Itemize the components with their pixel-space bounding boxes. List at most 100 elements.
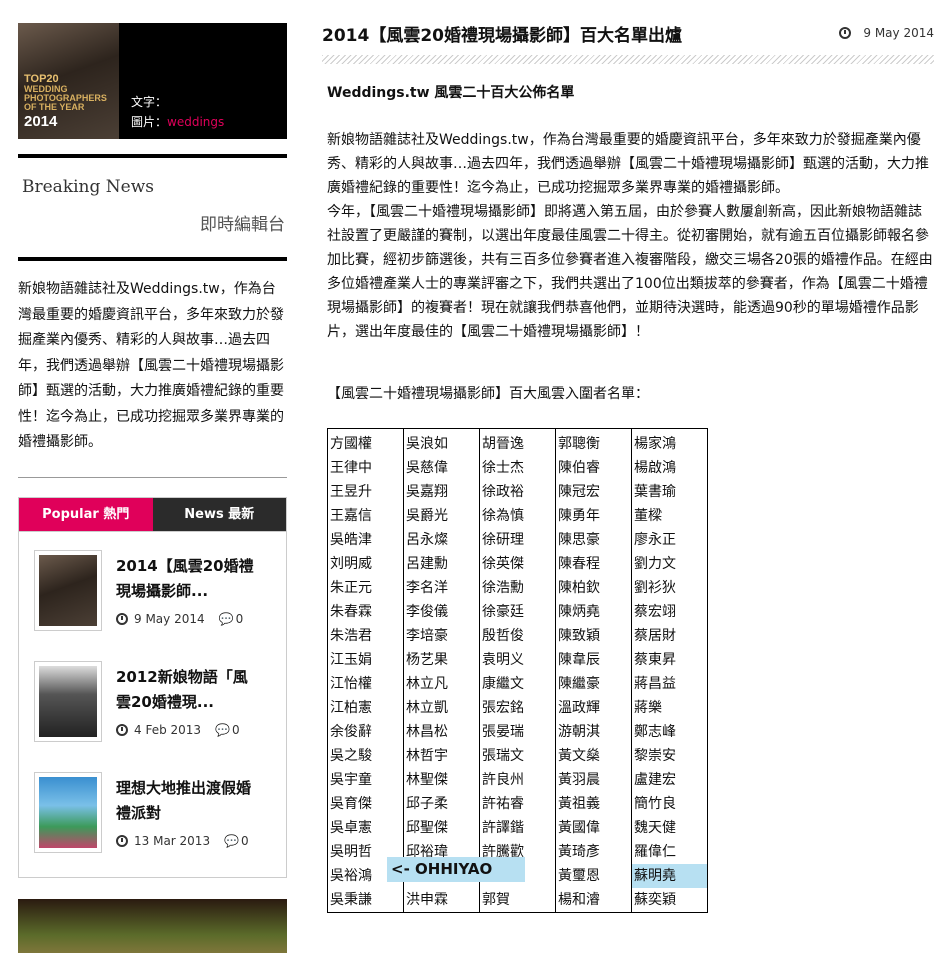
- post-thumbnail[interactable]: [34, 771, 102, 853]
- article-subhead: Weddings.tw 風雲二十百大公佈名單: [327, 85, 575, 101]
- name-cell: 邱子柔: [403, 792, 480, 816]
- comment-count[interactable]: 0: [236, 612, 244, 626]
- table-row: 吳育傑 邱子柔 許祐睿 黃祖義 簡竹良: [327, 792, 708, 816]
- list-heading: 【風雲二十婚禮現場攝影師】百大風雲入圍者名單：: [327, 386, 649, 402]
- name-cell: 吳之駿: [327, 744, 404, 768]
- article: 2014【風雲20婚禮現場攝影師】百大名單出爐 9 May 2014 Weddi…: [322, 22, 934, 913]
- post-tabs: Popular 熱門 News 最新: [18, 496, 287, 532]
- post-thumbnail[interactable]: [34, 549, 102, 631]
- featured-thumbnail[interactable]: TOP20 WEDDING PHOTOGRAPHERS OF THE YEAR …: [18, 23, 119, 139]
- name-cell: 陳冠宏: [555, 480, 632, 504]
- name-cell: 陳思豪: [555, 528, 632, 552]
- name-cell: 余俊辭: [327, 720, 404, 744]
- name-cell: 董樑: [631, 504, 708, 528]
- name-cell: 陳韋辰: [555, 648, 632, 672]
- list-item[interactable]: 2014【風雲20婚禮現場攝影師... 9 May 2014 💬 0: [34, 549, 286, 631]
- post-date: 9 May 2014: [134, 611, 205, 626]
- clock-icon: [116, 834, 128, 847]
- sidebar: TOP20 WEDDING PHOTOGRAPHERS OF THE YEAR …: [18, 23, 287, 953]
- name-cell: 劉力文: [631, 552, 708, 576]
- name-cell: 徐研理: [479, 528, 556, 552]
- table-row: 王嘉信 吳爵光 徐為慎 陳勇年 董樑: [327, 504, 708, 528]
- name-cell: 蔡宏翊: [631, 600, 708, 624]
- name-cell: 吳慈偉: [403, 456, 480, 480]
- sidebar-banner-image[interactable]: [18, 898, 287, 953]
- name-cell: 江柏憲: [327, 696, 404, 720]
- name-cell: 康繼文: [479, 672, 556, 696]
- photo-credit-link[interactable]: weddings: [167, 115, 224, 129]
- name-cell: 葉書瑜: [631, 480, 708, 504]
- post-title[interactable]: 2014【風雲20婚禮現場攝影師...: [116, 554, 256, 604]
- name-cell: 簡竹良: [631, 792, 708, 816]
- name-cell: 游朝淇: [555, 720, 632, 744]
- name-cell: 徐浩勳: [479, 576, 556, 600]
- table-row: 余俊辭 林昌松 張晏瑞 游朝淇 鄭志峰: [327, 720, 708, 744]
- comment-icon: 💬: [218, 611, 234, 626]
- name-cell: 呂建勳: [403, 552, 480, 576]
- table-row: 方國權 吳浪如 胡晉逸 郭聰衡 楊家鴻: [327, 428, 708, 456]
- name-cell: 黃羽晨: [555, 768, 632, 792]
- name-cell: 江怡權: [327, 672, 404, 696]
- comment-count[interactable]: 0: [241, 834, 249, 848]
- name-cell: 蔣昌益: [631, 672, 708, 696]
- list-item[interactable]: 2012新娘物語「風雲20婚禮現... 4 Feb 2013 💬 0: [34, 660, 286, 742]
- name-cell: 郭聰衡: [555, 428, 632, 456]
- name-cell: 吳嘉翔: [403, 480, 480, 504]
- article-paragraph: 今年，【風雲二十婚禮現場攝影師】即將邁入第五屆，由於參賽人數屢創新高，因此新娘物…: [327, 204, 933, 340]
- tab-news[interactable]: News 最新: [152, 497, 286, 531]
- comment-icon: 💬: [215, 722, 231, 737]
- table-row: 朱浩君 李培豪 殷哲俊 陳致穎 蔡居財: [327, 624, 708, 648]
- name-cell: 蘇明堯: [631, 864, 708, 888]
- thumb-line-2: WEDDING PHOTOGRAPHERS OF THE YEAR: [24, 84, 107, 112]
- post-date: 4 Feb 2013: [134, 722, 202, 737]
- table-row: 吳秉謙 洪申霖 郭賀 楊和濬 蘇奕穎: [327, 888, 708, 913]
- name-cell: 吳宇童: [327, 768, 404, 792]
- name-cell: 蔡居財: [631, 624, 708, 648]
- comment-count[interactable]: 0: [232, 723, 240, 737]
- article-date: 9 May 2014: [863, 26, 934, 40]
- name-cell: 林哲宇: [403, 744, 480, 768]
- name-cell: 陳致穎: [555, 624, 632, 648]
- name-cell: 李名洋: [403, 576, 480, 600]
- table-row: 王昱升 吳嘉翔 徐政裕 陳冠宏 葉書瑜: [327, 480, 708, 504]
- name-cell: 吳爵光: [403, 504, 480, 528]
- name-cell: 林立凡: [403, 672, 480, 696]
- list-item[interactable]: 理想大地推出渡假婚禮派對 13 Mar 2013 💬 0: [34, 771, 286, 853]
- name-cell: 吳皓津: [327, 528, 404, 552]
- name-cell: 黎崇安: [631, 744, 708, 768]
- name-cell: 林昌松: [403, 720, 480, 744]
- name-cell: 羅偉仁: [631, 840, 708, 864]
- name-cell: 胡晉逸: [479, 428, 556, 456]
- callout-label: <- OHHIYAO: [387, 857, 525, 882]
- divider: [18, 154, 287, 158]
- name-cell: 陳春程: [555, 552, 632, 576]
- tab-popular[interactable]: Popular 熱門: [19, 497, 153, 531]
- post-title[interactable]: 理想大地推出渡假婚禮派對: [116, 776, 256, 826]
- name-cell: 王律中: [327, 456, 404, 480]
- name-cell: 林聖傑: [403, 768, 480, 792]
- divider: [18, 476, 287, 478]
- name-cell: 吳浪如: [403, 428, 480, 456]
- name-cell: 黃文燊: [555, 744, 632, 768]
- table-row: 江柏憲 林立凱 張宏銘 溫政輝 蔣樂: [327, 696, 708, 720]
- name-cell: 陳繼豪: [555, 672, 632, 696]
- clock-icon: [839, 27, 852, 39]
- name-cell: 許良州: [479, 768, 556, 792]
- table-row: 吳皓津 呂永燦 徐研理 陳思豪 廖永正: [327, 528, 708, 552]
- name-cell: 劉衫狄: [631, 576, 708, 600]
- featured-post-card[interactable]: TOP20 WEDDING PHOTOGRAPHERS OF THE YEAR …: [18, 23, 287, 139]
- comment-icon: 💬: [224, 833, 240, 848]
- thumb-line-3: 2014: [24, 113, 58, 130]
- post-thumbnail[interactable]: [34, 660, 102, 742]
- name-cell: 廖永正: [631, 528, 708, 552]
- text-credit-label: 文字：: [131, 95, 168, 109]
- table-row: 刘明威 呂建勳 徐英傑 陳春程 劉力文: [327, 552, 708, 576]
- article-paragraph: 新娘物語雜誌社及Weddings.tw，作為台灣最重要的婚慶資訊平台，多年來致力…: [327, 132, 929, 196]
- name-cell: 陳伯睿: [555, 456, 632, 480]
- name-cell: 楊啟鴻: [631, 456, 708, 480]
- breaking-news-title: Breaking News: [22, 177, 154, 197]
- name-cell: 魏天健: [631, 816, 708, 840]
- name-cell: 王昱升: [327, 480, 404, 504]
- post-title[interactable]: 2012新娘物語「風雲20婚禮現...: [116, 665, 256, 715]
- name-cell: 刘明威: [327, 552, 404, 576]
